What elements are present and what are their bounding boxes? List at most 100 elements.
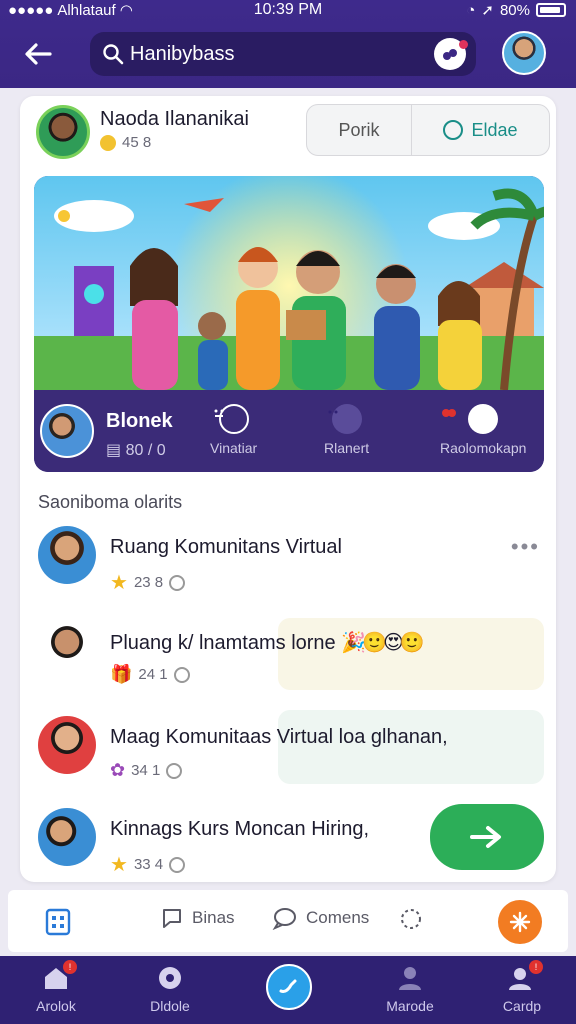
list-item-title: Maag Komunitaas Virtual loa glhanan, bbox=[110, 726, 448, 748]
star-icon: ★ bbox=[110, 854, 128, 876]
segment-left[interactable]: Porik bbox=[307, 120, 411, 141]
avatar bbox=[38, 808, 96, 866]
notification-badge: ! bbox=[63, 960, 77, 974]
heart-icon[interactable] bbox=[173, 666, 190, 683]
voice-search-button[interactable] bbox=[434, 38, 468, 70]
banner-action-2-label: Rlanert bbox=[324, 440, 370, 456]
list-item-title-text: Pluang k/ lnamtams lorne bbox=[110, 632, 336, 654]
list-item[interactable]: Maag Komunitaas Virtual loa glhanan, ✿ 3… bbox=[20, 716, 556, 806]
go-button[interactable] bbox=[430, 804, 544, 870]
heart-icon[interactable] bbox=[169, 856, 186, 873]
back-button[interactable] bbox=[20, 36, 56, 72]
discover-icon bbox=[155, 964, 185, 992]
banner-action-2[interactable]: Rlanert bbox=[324, 404, 369, 456]
search-input[interactable]: Hanibybass bbox=[130, 43, 235, 66]
battery-icon bbox=[536, 3, 566, 17]
profile-avatar[interactable] bbox=[36, 105, 90, 159]
banner-subtitle: ▤ 80 / 0 bbox=[106, 440, 166, 460]
mic-icon bbox=[443, 49, 457, 60]
star-icon: ★ bbox=[110, 572, 128, 594]
chat-button[interactable]: Binas bbox=[160, 906, 235, 930]
smile-icon bbox=[214, 404, 249, 434]
avatar bbox=[38, 526, 96, 584]
segmented-control: Porik Eldae bbox=[306, 104, 550, 156]
chat-icon bbox=[163, 909, 181, 928]
banner-action-3[interactable]: Raolomokapn bbox=[440, 404, 526, 456]
banner-action-1-label: Vinatiar bbox=[210, 440, 258, 456]
profile-score-value: 45 8 bbox=[122, 134, 152, 151]
back-arrow-icon bbox=[25, 43, 52, 65]
search-icon bbox=[103, 44, 124, 65]
share-fab[interactable] bbox=[498, 900, 542, 944]
nav-label: Cardp bbox=[502, 998, 542, 1014]
bottom-nav: ! Arolok Dldole Marode ! Cardp bbox=[0, 956, 576, 1024]
section-title: Saoniboma olarits bbox=[38, 492, 183, 512]
nav-item-profile[interactable]: ! Cardp bbox=[482, 960, 562, 1014]
sparkle-icon bbox=[401, 909, 421, 929]
user-avatar[interactable] bbox=[502, 31, 546, 75]
nav-item-discover[interactable]: Dldole bbox=[130, 964, 210, 1014]
arrow-right-icon bbox=[470, 826, 501, 848]
comments-label: Comens bbox=[306, 908, 370, 927]
action-toolbar: Binas Comens bbox=[8, 890, 568, 952]
list-item-count: 33 4 bbox=[133, 856, 164, 873]
list-item-meta: 🎁 24 1 bbox=[110, 664, 190, 685]
star-burst-icon bbox=[509, 911, 531, 933]
person-icon bbox=[395, 964, 425, 992]
nav-label: Arolok bbox=[36, 998, 76, 1014]
avatar bbox=[38, 716, 96, 774]
pencil-icon bbox=[279, 979, 297, 993]
hero-banner[interactable]: Blonek ▤ 80 / 0 Vinatiar Rlanert Raolomo… bbox=[34, 176, 544, 472]
list-item[interactable]: Ruang Komunitans Virtual ★ 23 8 ••• bbox=[20, 526, 556, 616]
comments-button[interactable]: Comens bbox=[272, 906, 369, 930]
heart-icon[interactable] bbox=[166, 762, 183, 779]
banner-footer: Blonek ▤ 80 / 0 Vinatiar Rlanert Raolomo… bbox=[34, 390, 544, 472]
emoji-reactions-icon[interactable]: 🎉🙂😍🙂 bbox=[341, 632, 425, 654]
more-options-icon[interactable]: ••• bbox=[511, 534, 540, 560]
list-icon: ▤ bbox=[106, 442, 122, 459]
list-item[interactable]: Pluang k/ lnamtams lorne 🎉🙂😍🙂 🎁 24 1 bbox=[20, 620, 556, 710]
flower-icon: ✿ bbox=[110, 760, 126, 780]
banner-action-1[interactable]: Vinatiar bbox=[210, 404, 257, 456]
list-item-count: 23 8 bbox=[133, 574, 164, 591]
building-icon bbox=[45, 908, 71, 936]
nav-item-home[interactable]: ! Arolok bbox=[16, 960, 96, 1014]
profile-score: 45 8 bbox=[100, 134, 151, 151]
coin-icon bbox=[100, 134, 116, 151]
profile-name: Naoda Ilananikai bbox=[100, 108, 249, 130]
battery-percent: 80% bbox=[499, 1, 530, 19]
compose-button[interactable] bbox=[266, 964, 312, 1010]
nav-label: Marode bbox=[386, 998, 434, 1014]
banner-title: Blonek bbox=[106, 410, 173, 432]
list-item-meta: ★ 23 8 bbox=[110, 570, 186, 595]
list-item-count: 24 1 bbox=[138, 666, 168, 683]
list-item-meta: ★ 33 4 bbox=[110, 852, 186, 877]
alarm-icon: ◔ bbox=[466, 1, 476, 19]
avatar bbox=[38, 620, 96, 678]
ring-icon bbox=[443, 120, 464, 140]
nav-item-people[interactable]: Marode bbox=[370, 964, 450, 1014]
home-icon: ! bbox=[41, 960, 77, 992]
chat-label: Binas bbox=[192, 908, 235, 927]
nav-label: Dldole bbox=[150, 998, 190, 1014]
banner-avatar[interactable] bbox=[40, 404, 94, 458]
hero-illustration bbox=[34, 176, 544, 390]
top-app-bar: ●●●●● Alhlatauf ◠ 10:39 PM ◔ ➚ 80% Hanib… bbox=[0, 0, 576, 88]
list-item-title: Ruang Komunitans Virtual bbox=[110, 536, 342, 558]
heart-badge-icon bbox=[442, 404, 499, 434]
list-item-title: Kinnags Kurs Moncan Hiring, bbox=[110, 818, 370, 840]
notification-badge: ! bbox=[529, 960, 543, 974]
face-icon bbox=[328, 404, 362, 434]
grid-button[interactable] bbox=[44, 906, 72, 936]
status-bar: ●●●●● Alhlatauf ◠ 10:39 PM ◔ ➚ 80% bbox=[0, 0, 576, 20]
gift-icon: 🎁 bbox=[110, 664, 133, 684]
segment-right-label: Eldae bbox=[471, 119, 518, 140]
list-item-meta: ✿ 34 1 bbox=[110, 760, 183, 781]
search-bar[interactable]: Hanibybass bbox=[90, 32, 476, 76]
main-card: Naoda Ilananikai 45 8 Porik Eldae Blonek… bbox=[20, 96, 556, 882]
heart-icon[interactable] bbox=[169, 574, 186, 591]
segment-right[interactable]: Eldae bbox=[411, 105, 549, 155]
list-item[interactable]: Kinnags Kurs Moncan Hiring, ★ 33 4 bbox=[20, 804, 556, 898]
effects-button[interactable] bbox=[398, 906, 424, 932]
location-icon: ➚ bbox=[481, 2, 494, 19]
